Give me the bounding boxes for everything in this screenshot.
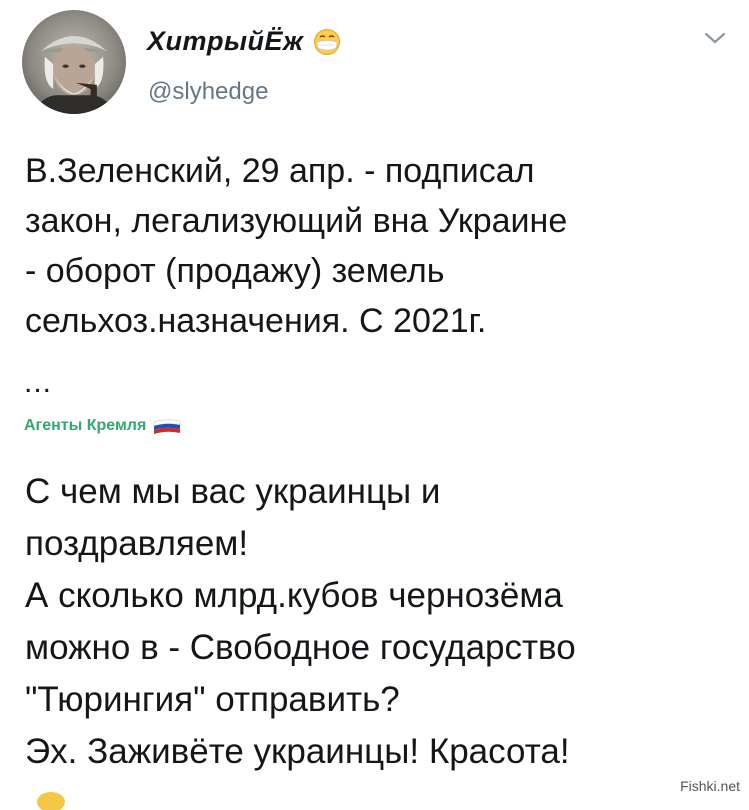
tag-label[interactable]: Агенты Кремля bbox=[24, 416, 146, 436]
comment-text-line: "Тюрингия" отправить? bbox=[25, 680, 400, 719]
comment-text-line: можно в - Свободное государство bbox=[25, 628, 576, 667]
tweet-text-line: В.Зеленский, 29 апр. - подписал bbox=[25, 152, 535, 190]
display-name[interactable]: ХитрыйЁж bbox=[147, 24, 303, 58]
mask-face-emoji-icon bbox=[314, 29, 340, 55]
tweet-text-line: - оборот (продажу) земель bbox=[25, 252, 445, 290]
tweet-text-line: сельхоз.назначения. С 2021г. bbox=[25, 302, 487, 340]
comment-text-line: Эх. Заживёте украинцы! Красота! bbox=[25, 732, 570, 771]
watermark: Fishki.net bbox=[677, 778, 743, 794]
tweet-text-line: закон, легализующий вна Украине bbox=[25, 202, 568, 240]
tweet-ellipsis: ... bbox=[24, 366, 53, 399]
comment-text-line: С чем мы вас украинцы и bbox=[25, 472, 441, 511]
comment-text: С чем мы вас украинцы и поздравляем! А с… bbox=[25, 466, 735, 778]
comment-text-line: поздравляем! bbox=[25, 524, 249, 563]
chevron-down-icon[interactable] bbox=[703, 30, 727, 46]
russian-flag-icon bbox=[153, 419, 181, 434]
user-handle[interactable]: @slyhedge bbox=[148, 77, 268, 107]
tweet-text: В.Зеленский, 29 апр. - подписал закон, л… bbox=[25, 146, 725, 346]
tag-row[interactable]: Агенты Кремля bbox=[24, 414, 182, 438]
avatar[interactable] bbox=[22, 10, 126, 114]
tweet-card: ХитрыйЁж @slyhedge В.Зеленский, 29 апр. … bbox=[0, 0, 749, 810]
partial-emoji-icon bbox=[37, 792, 65, 810]
comment-text-line: А сколько млрд.кубов чернозёма bbox=[25, 576, 563, 615]
old-man-avatar-icon bbox=[32, 36, 116, 114]
